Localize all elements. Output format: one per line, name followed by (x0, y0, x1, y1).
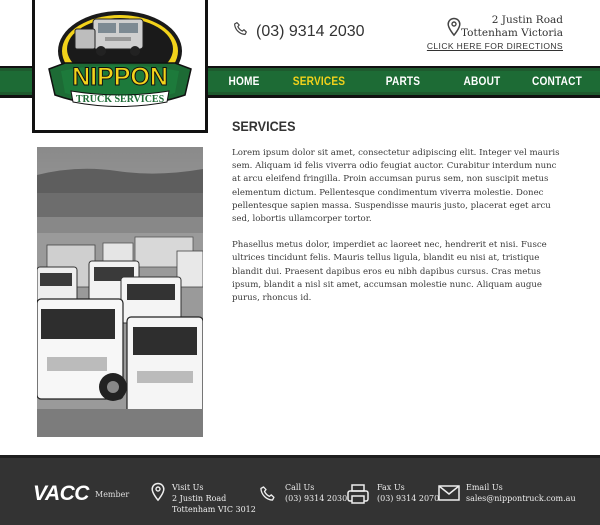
trucks-photo (37, 147, 203, 437)
visit-line2: Tottenham VIC 3012 (172, 505, 256, 514)
svg-text:TRUCK SERVICES: TRUCK SERVICES (76, 94, 165, 105)
phone-icon (232, 20, 250, 43)
svg-text:NIPPON: NIPPON (72, 63, 168, 91)
envelope-icon (438, 485, 460, 505)
footer-call[interactable]: Call Us (03) 9314 2030 (285, 482, 347, 504)
fax-value: (03) 9314 2070 (377, 494, 440, 503)
address-line1: 2 Justin Road (491, 14, 563, 26)
address-line2: Tottenham Victoria (460, 27, 563, 39)
footer: VACC Member Visit Us 2 Justin Road Totte… (0, 455, 600, 525)
location-pin-icon (150, 482, 166, 506)
fax-icon (346, 483, 370, 509)
vacc-logo[interactable]: VACC (33, 482, 89, 506)
page-title: SERVICES (232, 118, 296, 134)
visit-line1: 2 Justin Road (172, 494, 227, 503)
nav-contact[interactable]: CONTACT (523, 68, 592, 96)
phone-number: (03) 9314 2030 (256, 22, 365, 40)
header-phone[interactable]: (03) 9314 2030 (232, 20, 365, 43)
call-value: (03) 9314 2030 (285, 494, 348, 503)
nav-parts[interactable]: PARTS (365, 68, 441, 96)
main-nav: HOME SERVICES PARTS ABOUT CONTACT (210, 68, 600, 96)
services-description: Lorem ipsum dolor sit amet, consectetur … (232, 147, 562, 305)
footer-fax[interactable]: Fax Us (03) 9314 2070 (377, 482, 439, 504)
nav-about[interactable]: ABOUT (450, 68, 513, 96)
visit-title: Visit Us (172, 483, 204, 492)
nav-home[interactable]: HOME (214, 68, 274, 96)
paragraph-1: Lorem ipsum dolor sit amet, consectetur … (232, 148, 560, 225)
email-title: Email Us (466, 483, 503, 492)
header-address: 2 Justin Road Tottenham Victoria CLICK H… (427, 14, 563, 53)
vacc-member-label: Member (95, 490, 130, 499)
logo[interactable]: NIPPON TRUCK SERVICES (32, 0, 208, 133)
email-value[interactable]: sales@nippontruck.com.au (466, 493, 576, 504)
footer-visit[interactable]: Visit Us 2 Justin Road Tottenham VIC 301… (172, 482, 256, 515)
nav-services[interactable]: SERVICES (283, 68, 355, 96)
footer-email[interactable]: Email Us sales@nippontruck.com.au (466, 482, 576, 504)
call-title: Call Us (285, 483, 315, 492)
phone-icon (258, 484, 278, 508)
paragraph-2: Phasellus metus dolor, imperdiet ac laor… (232, 240, 547, 304)
directions-link[interactable]: CLICK HERE FOR DIRECTIONS (427, 40, 563, 53)
fax-title: Fax Us (377, 483, 405, 492)
